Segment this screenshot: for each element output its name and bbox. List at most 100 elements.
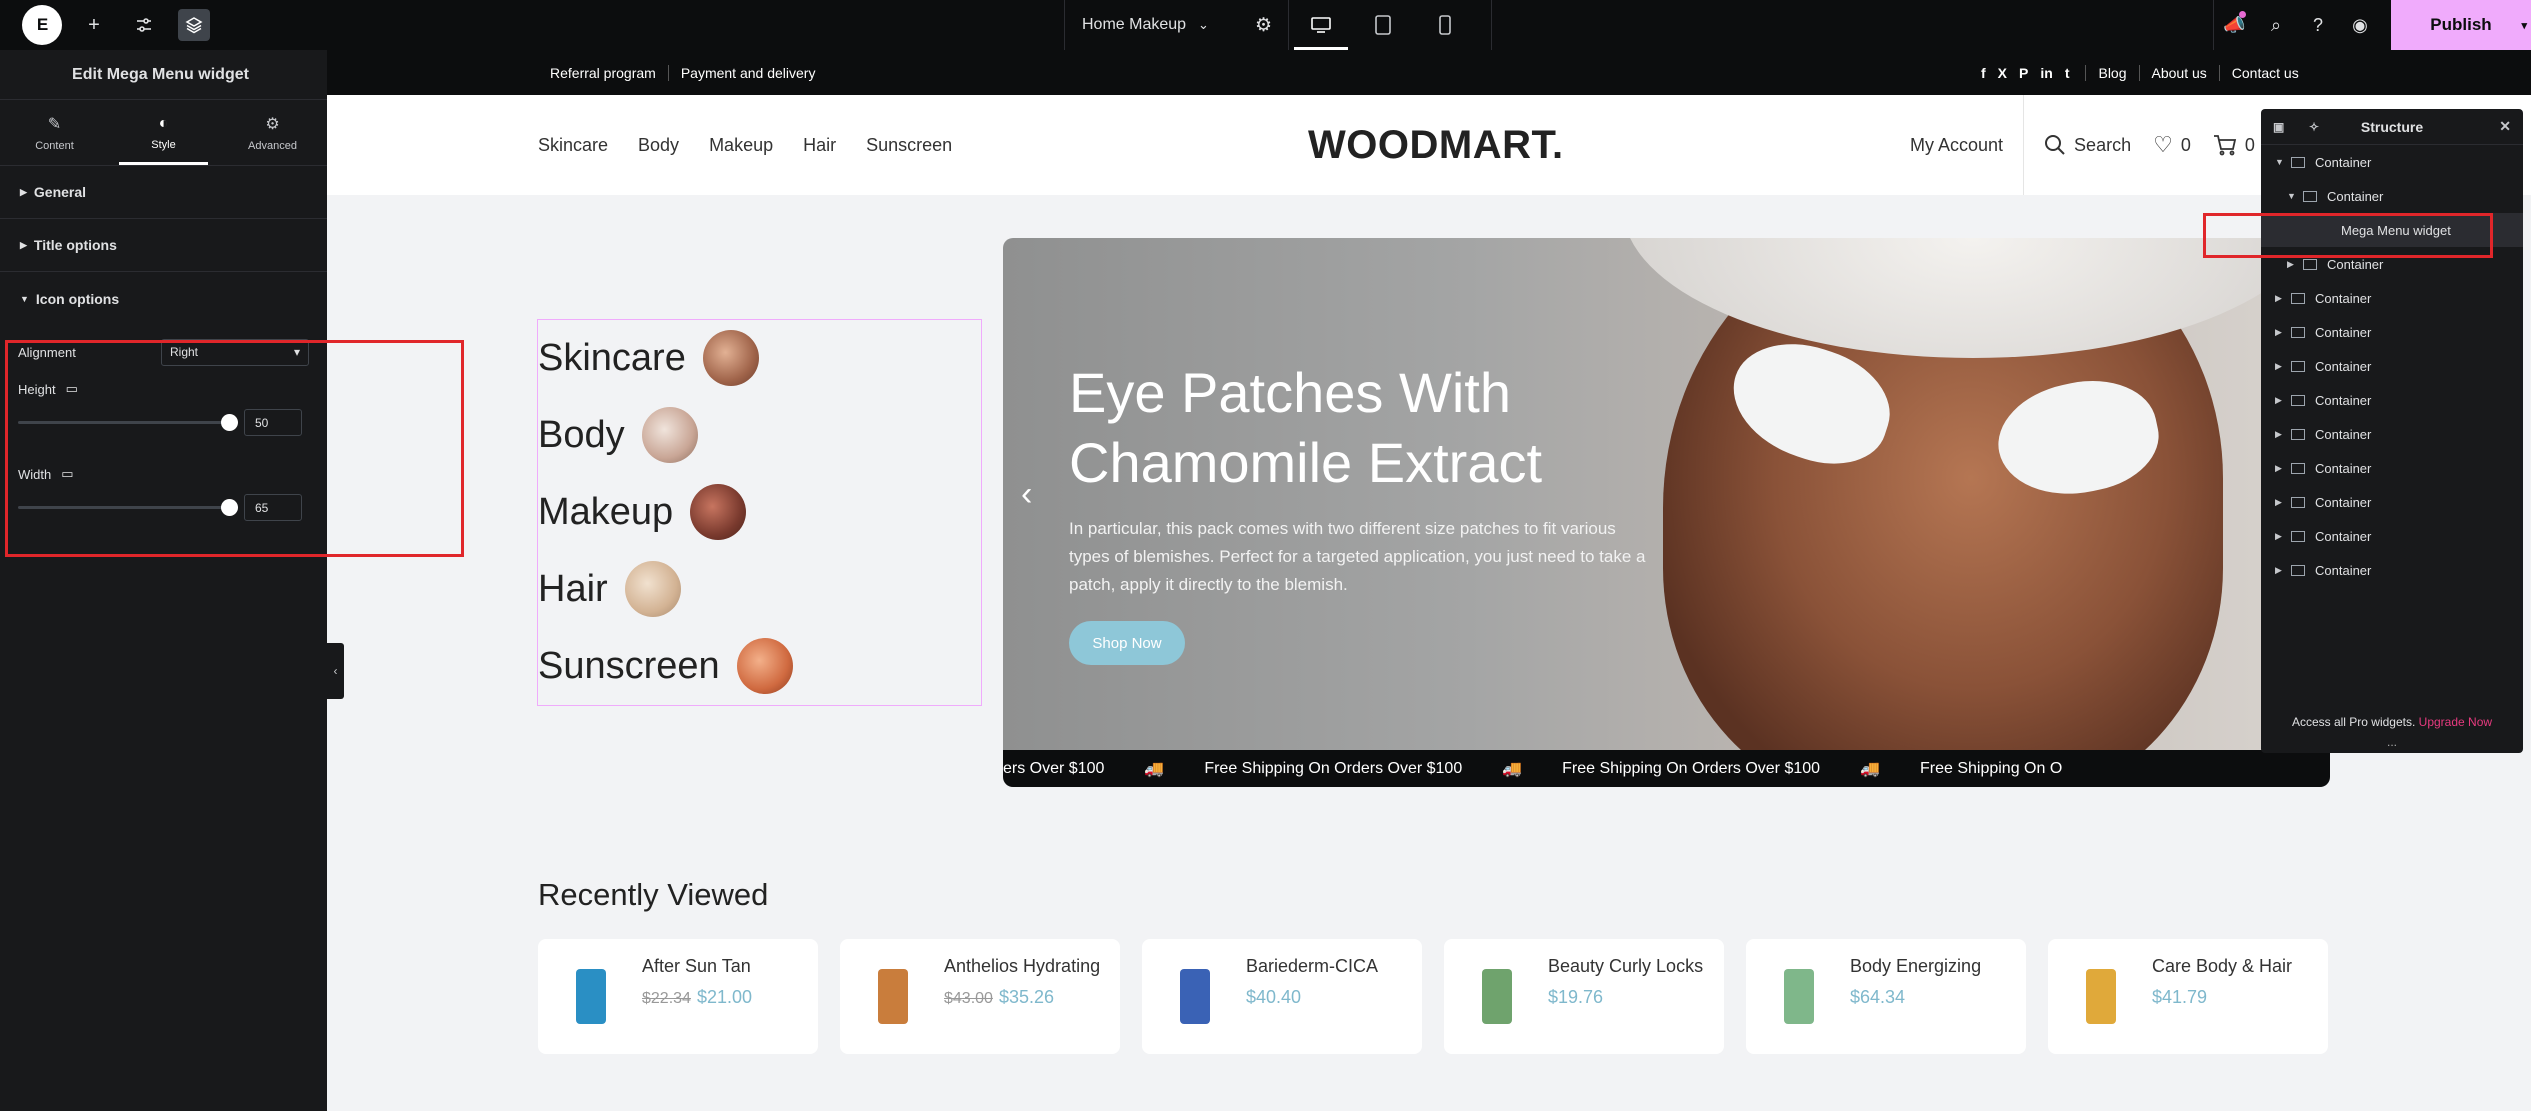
linkedin-icon[interactable]: in xyxy=(2036,65,2056,81)
hero-slider: ‹ Eye Patches With Chamomile Extract In … xyxy=(1003,238,2330,750)
cart[interactable]: 0 xyxy=(2213,134,2255,156)
upgrade-now-link[interactable]: Upgrade Now xyxy=(2419,715,2492,729)
header-search[interactable]: Search xyxy=(2044,134,2131,156)
topbar-link-about[interactable]: About us xyxy=(2152,65,2207,81)
caret-right-icon[interactable]: ▶ xyxy=(2275,463,2287,474)
close-icon[interactable]: ✕ xyxy=(2499,118,2511,135)
caret-right-icon[interactable]: ▶ xyxy=(2275,361,2287,372)
indicators-icon[interactable]: ✧ xyxy=(2309,120,2319,134)
nav-item-makeup[interactable]: Makeup xyxy=(709,135,773,156)
nav-item-body[interactable]: Body xyxy=(638,135,679,156)
site-settings-icon[interactable] xyxy=(128,9,160,41)
product-image[interactable] xyxy=(576,969,606,1024)
caret-right-icon[interactable]: ▶ xyxy=(2275,497,2287,508)
section-title-options[interactable]: ▶ Title options xyxy=(0,219,327,272)
mega-menu-item-makeup[interactable]: Makeup xyxy=(538,484,747,540)
site-header: Skincare Body Makeup Hair Sunscreen WOOD… xyxy=(327,95,2531,195)
product-image[interactable] xyxy=(2086,969,2116,1024)
product-name[interactable]: Anthelios Hydrating xyxy=(944,956,1100,977)
tab-content[interactable]: ✎ Content xyxy=(0,100,109,165)
topbar-link-payment[interactable]: Payment and delivery xyxy=(669,65,828,81)
x-twitter-icon[interactable]: X xyxy=(1994,65,2011,81)
structure-item-container[interactable]: ▶ Container xyxy=(2261,315,2523,349)
structure-item-container[interactable]: ▶ Container xyxy=(2261,281,2523,315)
product-name[interactable]: After Sun Tan xyxy=(642,956,751,977)
add-element-icon[interactable]: + xyxy=(78,9,110,41)
telegram-icon[interactable]: t xyxy=(2061,65,2074,81)
caret-down-icon[interactable]: ▼ xyxy=(2275,157,2287,167)
mega-menu-widget[interactable]: Skincare Body Makeup Hair Sunscreen xyxy=(537,319,982,706)
product-image[interactable] xyxy=(1784,969,1814,1024)
structure-item-container[interactable]: ▼ Container xyxy=(2261,145,2523,179)
product-image[interactable] xyxy=(1482,969,1512,1024)
nav-item-hair[interactable]: Hair xyxy=(803,135,836,156)
old-price: $22.34 xyxy=(642,990,691,1007)
product-name[interactable]: Bariederm-CICA xyxy=(1246,956,1378,977)
facebook-icon[interactable]: f xyxy=(1977,65,1990,81)
caret-right-icon[interactable]: ▶ xyxy=(2275,293,2287,304)
structure-item-container[interactable]: ▶ Container xyxy=(2261,553,2523,587)
structure-item-container[interactable]: ▶ Container xyxy=(2261,417,2523,451)
nav-item-sunscreen[interactable]: Sunscreen xyxy=(866,135,952,156)
caret-right-icon[interactable]: ▶ xyxy=(2275,395,2287,406)
page-settings-gear-icon[interactable]: ⚙ xyxy=(1255,14,1272,37)
product-image[interactable] xyxy=(1180,969,1210,1024)
product-card[interactable]: Care Body & Hair $41.79 xyxy=(2048,939,2328,1054)
structure-item-container[interactable]: ▶ Container xyxy=(2261,383,2523,417)
topbar-link-referral[interactable]: Referral program xyxy=(538,65,668,81)
mega-menu-item-body[interactable]: Body xyxy=(538,407,698,463)
page-selector[interactable]: Home Makeup ⌄ ⚙ xyxy=(1064,0,1289,50)
site-logo[interactable]: WOODMART. xyxy=(1308,95,1564,195)
collapse-panel-chevron-icon[interactable]: ‹ xyxy=(327,643,344,699)
caret-right-icon[interactable]: ▶ xyxy=(2287,259,2299,270)
product-card[interactable]: Bariederm-CICA $40.40 xyxy=(1142,939,1422,1054)
structure-item-container[interactable]: ▶ Container xyxy=(2261,519,2523,553)
my-account-link[interactable]: My Account xyxy=(1910,135,2003,156)
caret-right-icon[interactable]: ▶ xyxy=(2275,327,2287,338)
section-general[interactable]: ▶ General xyxy=(0,166,327,219)
preview-eye-icon[interactable]: ◉ xyxy=(2339,0,2381,50)
mega-menu-item-sunscreen[interactable]: Sunscreen xyxy=(538,638,793,694)
product-image[interactable] xyxy=(878,969,908,1024)
collapse-all-icon[interactable]: ▣ xyxy=(2273,120,2284,134)
resize-handle[interactable]: ... xyxy=(2261,735,2523,749)
structure-item-container[interactable]: ▶ Container xyxy=(2261,349,2523,383)
elementor-logo[interactable]: E xyxy=(22,5,62,45)
slider-prev-arrow-icon[interactable]: ‹ xyxy=(1021,475,1032,514)
product-card[interactable]: Beauty Curly Locks $19.76 xyxy=(1444,939,1724,1054)
structure-item-container[interactable]: ▼ Container xyxy=(2261,179,2523,213)
caret-right-icon[interactable]: ▶ xyxy=(2275,565,2287,576)
desktop-view-icon[interactable] xyxy=(1290,0,1352,50)
product-name[interactable]: Body Energizing xyxy=(1850,956,1981,977)
mega-menu-item-skincare[interactable]: Skincare xyxy=(538,330,759,386)
caret-right-icon[interactable]: ▶ xyxy=(2275,531,2287,542)
product-card[interactable]: After Sun Tan $22.34 $21.00 xyxy=(538,939,818,1054)
caret-right-icon[interactable]: ▶ xyxy=(2275,429,2287,440)
tablet-view-icon[interactable] xyxy=(1352,0,1414,50)
nav-item-skincare[interactable]: Skincare xyxy=(538,135,608,156)
topbar-link-contact[interactable]: Contact us xyxy=(2232,65,2299,81)
search-icon[interactable]: ⌕ xyxy=(2255,0,2297,50)
product-name[interactable]: Care Body & Hair xyxy=(2152,956,2292,977)
mega-menu-item-hair[interactable]: Hair xyxy=(538,561,681,617)
mobile-view-icon[interactable] xyxy=(1414,0,1476,50)
chevron-down-icon: ⌄ xyxy=(1198,17,1209,32)
structure-item-container[interactable]: ▶ Container xyxy=(2261,485,2523,519)
tab-advanced[interactable]: ⚙ Advanced xyxy=(218,100,327,165)
structure-item-container[interactable]: ▶ Container xyxy=(2261,451,2523,485)
help-icon[interactable]: ? xyxy=(2297,0,2339,50)
publish-button[interactable]: Publish ▾ xyxy=(2391,0,2531,50)
publish-options-chevron-icon[interactable]: ▾ xyxy=(2521,19,2527,32)
tab-style[interactable]: ◐ Style xyxy=(109,100,218,165)
pinterest-icon[interactable]: P xyxy=(2015,65,2032,81)
wishlist[interactable]: ♡ 0 xyxy=(2153,132,2191,158)
product-name[interactable]: Beauty Curly Locks xyxy=(1548,956,1703,977)
caret-down-icon[interactable]: ▼ xyxy=(2287,191,2299,201)
product-card[interactable]: Anthelios Hydrating $43.00 $35.26 xyxy=(840,939,1120,1054)
section-icon-options[interactable]: ▼ Icon options xyxy=(0,272,327,325)
structure-layers-icon[interactable] xyxy=(178,9,210,41)
shop-now-button[interactable]: Shop Now xyxy=(1069,621,1185,665)
topbar-link-blog[interactable]: Blog xyxy=(2098,65,2126,81)
whats-new-icon[interactable]: 📣 xyxy=(2213,0,2255,50)
product-card[interactable]: Body Energizing $64.34 xyxy=(1746,939,2026,1054)
